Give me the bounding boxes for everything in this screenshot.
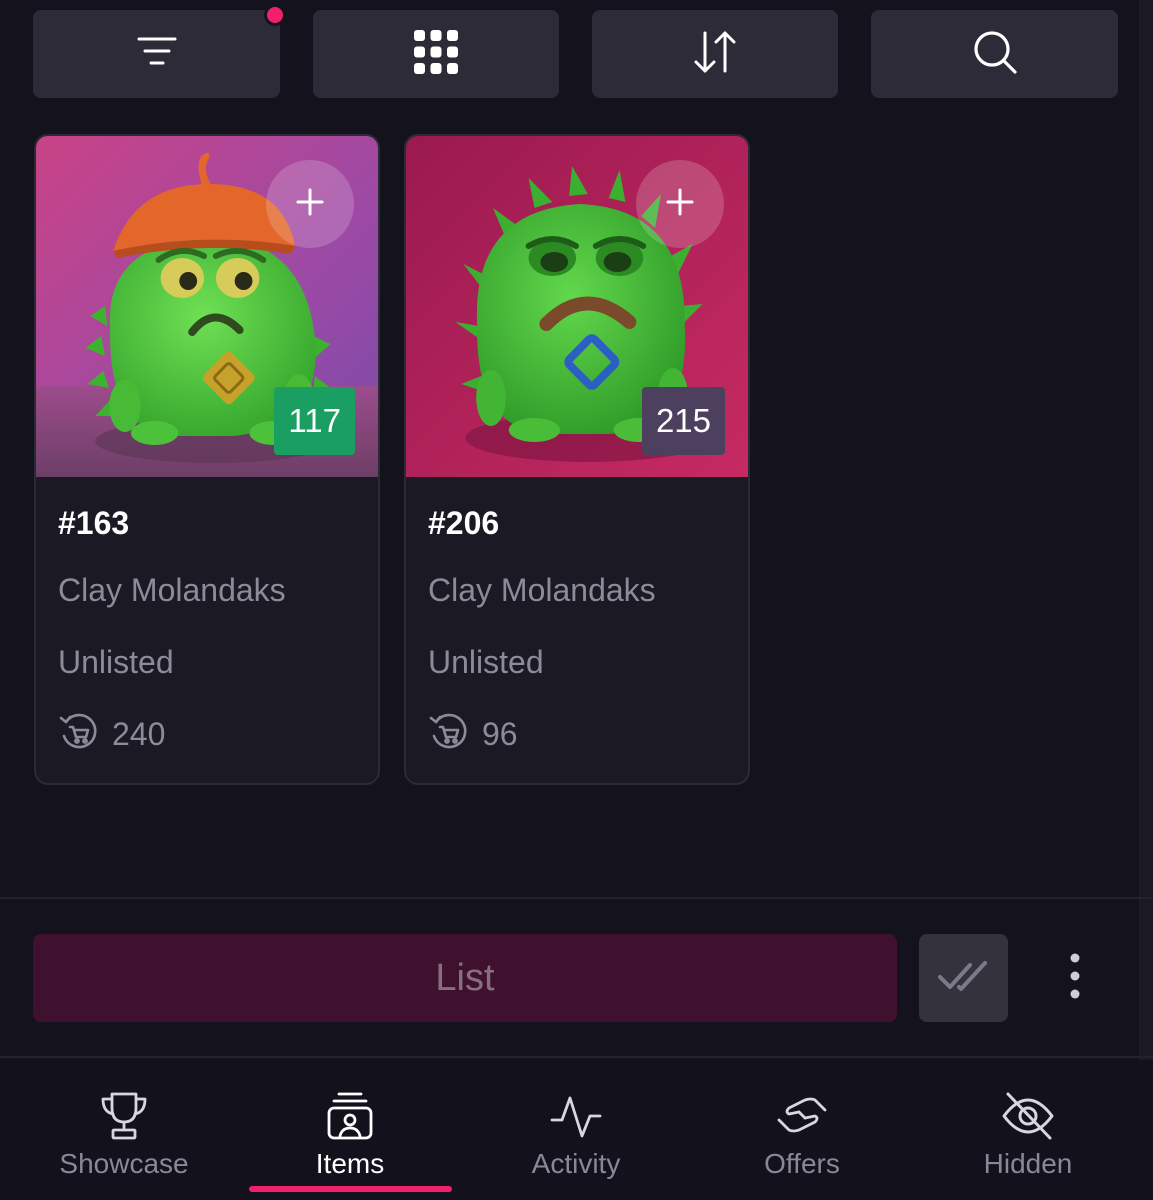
search-icon [972,29,1018,80]
eye-off-icon [1000,1088,1056,1144]
bottom-nav: Showcase Items Activity Offers Hidden [0,1060,1153,1200]
search-button[interactable] [871,10,1118,98]
nav-item-items[interactable]: Items [237,1060,463,1200]
listing-status: Unlisted [428,644,544,680]
rarity-rank-badge: 215 [641,387,725,455]
rewards-row: 240 [58,712,378,756]
vertical-dots-icon [1069,953,1081,1004]
card-info: #206 Clay Molandaks Unlisted 96 [406,477,748,756]
nft-image[interactable]: 215 [406,136,748,477]
nav-item-hidden[interactable]: Hidden [915,1060,1141,1200]
add-to-selection-button[interactable] [636,160,724,248]
more-options-button[interactable] [1056,950,1094,1006]
activity-pulse-icon [550,1088,602,1144]
active-tab-indicator [248,1186,452,1192]
plus-icon [295,187,325,222]
rewards-value: 240 [112,715,166,752]
plus-icon [665,187,695,222]
listing-status: Unlisted [58,644,174,680]
nft-card[interactable]: 215 #206 Clay Molandaks Unlisted 96 [404,134,750,785]
filter-icon [135,34,179,75]
filter-button[interactable] [33,4,286,98]
nav-item-activity[interactable]: Activity [463,1060,689,1200]
nav-label: Offers [764,1148,840,1179]
handshake-icon [775,1088,829,1144]
divider [0,1056,1153,1058]
add-to-selection-button[interactable] [266,160,354,248]
collection-name: Clay Molandaks [428,572,656,608]
divider [0,897,1153,899]
grid-view-button[interactable] [313,10,559,98]
trophy-icon [98,1088,150,1144]
app-root: 117 #163 Clay Molandaks Unlisted 240 215… [0,0,1153,1200]
sort-button[interactable] [592,10,838,98]
nav-label: Showcase [59,1148,189,1179]
rewards-value: 96 [482,715,518,752]
nft-card[interactable]: 117 #163 Clay Molandaks Unlisted 240 [34,134,380,785]
nav-item-offers[interactable]: Offers [689,1060,915,1200]
nav-item-showcase[interactable]: Showcase [11,1060,237,1200]
token-id: #163 [58,505,130,541]
select-all-button[interactable] [919,934,1008,1022]
cart-cycle-icon [58,712,98,757]
cart-cycle-icon [428,712,468,757]
items-stack-icon [326,1088,374,1144]
toolbar [33,4,1118,98]
collection-name: Clay Molandaks [58,572,286,608]
nft-image[interactable]: 117 [36,136,378,477]
double-check-icon [937,959,991,998]
nav-label: Activity [531,1148,621,1179]
scrollbar-track[interactable] [1139,0,1153,1060]
nav-label: Items [315,1148,385,1179]
items-grid: 117 #163 Clay Molandaks Unlisted 240 215… [34,134,750,785]
nav-label: Hidden [983,1148,1073,1179]
list-button[interactable]: List [33,934,897,1022]
rewards-row: 96 [428,712,748,756]
token-id: #206 [428,505,500,541]
notification-dot [264,4,286,26]
rarity-rank-badge: 117 [274,387,355,455]
card-info: #163 Clay Molandaks Unlisted 240 [36,477,378,756]
sort-icon [692,30,738,79]
grid-icon [413,29,459,80]
